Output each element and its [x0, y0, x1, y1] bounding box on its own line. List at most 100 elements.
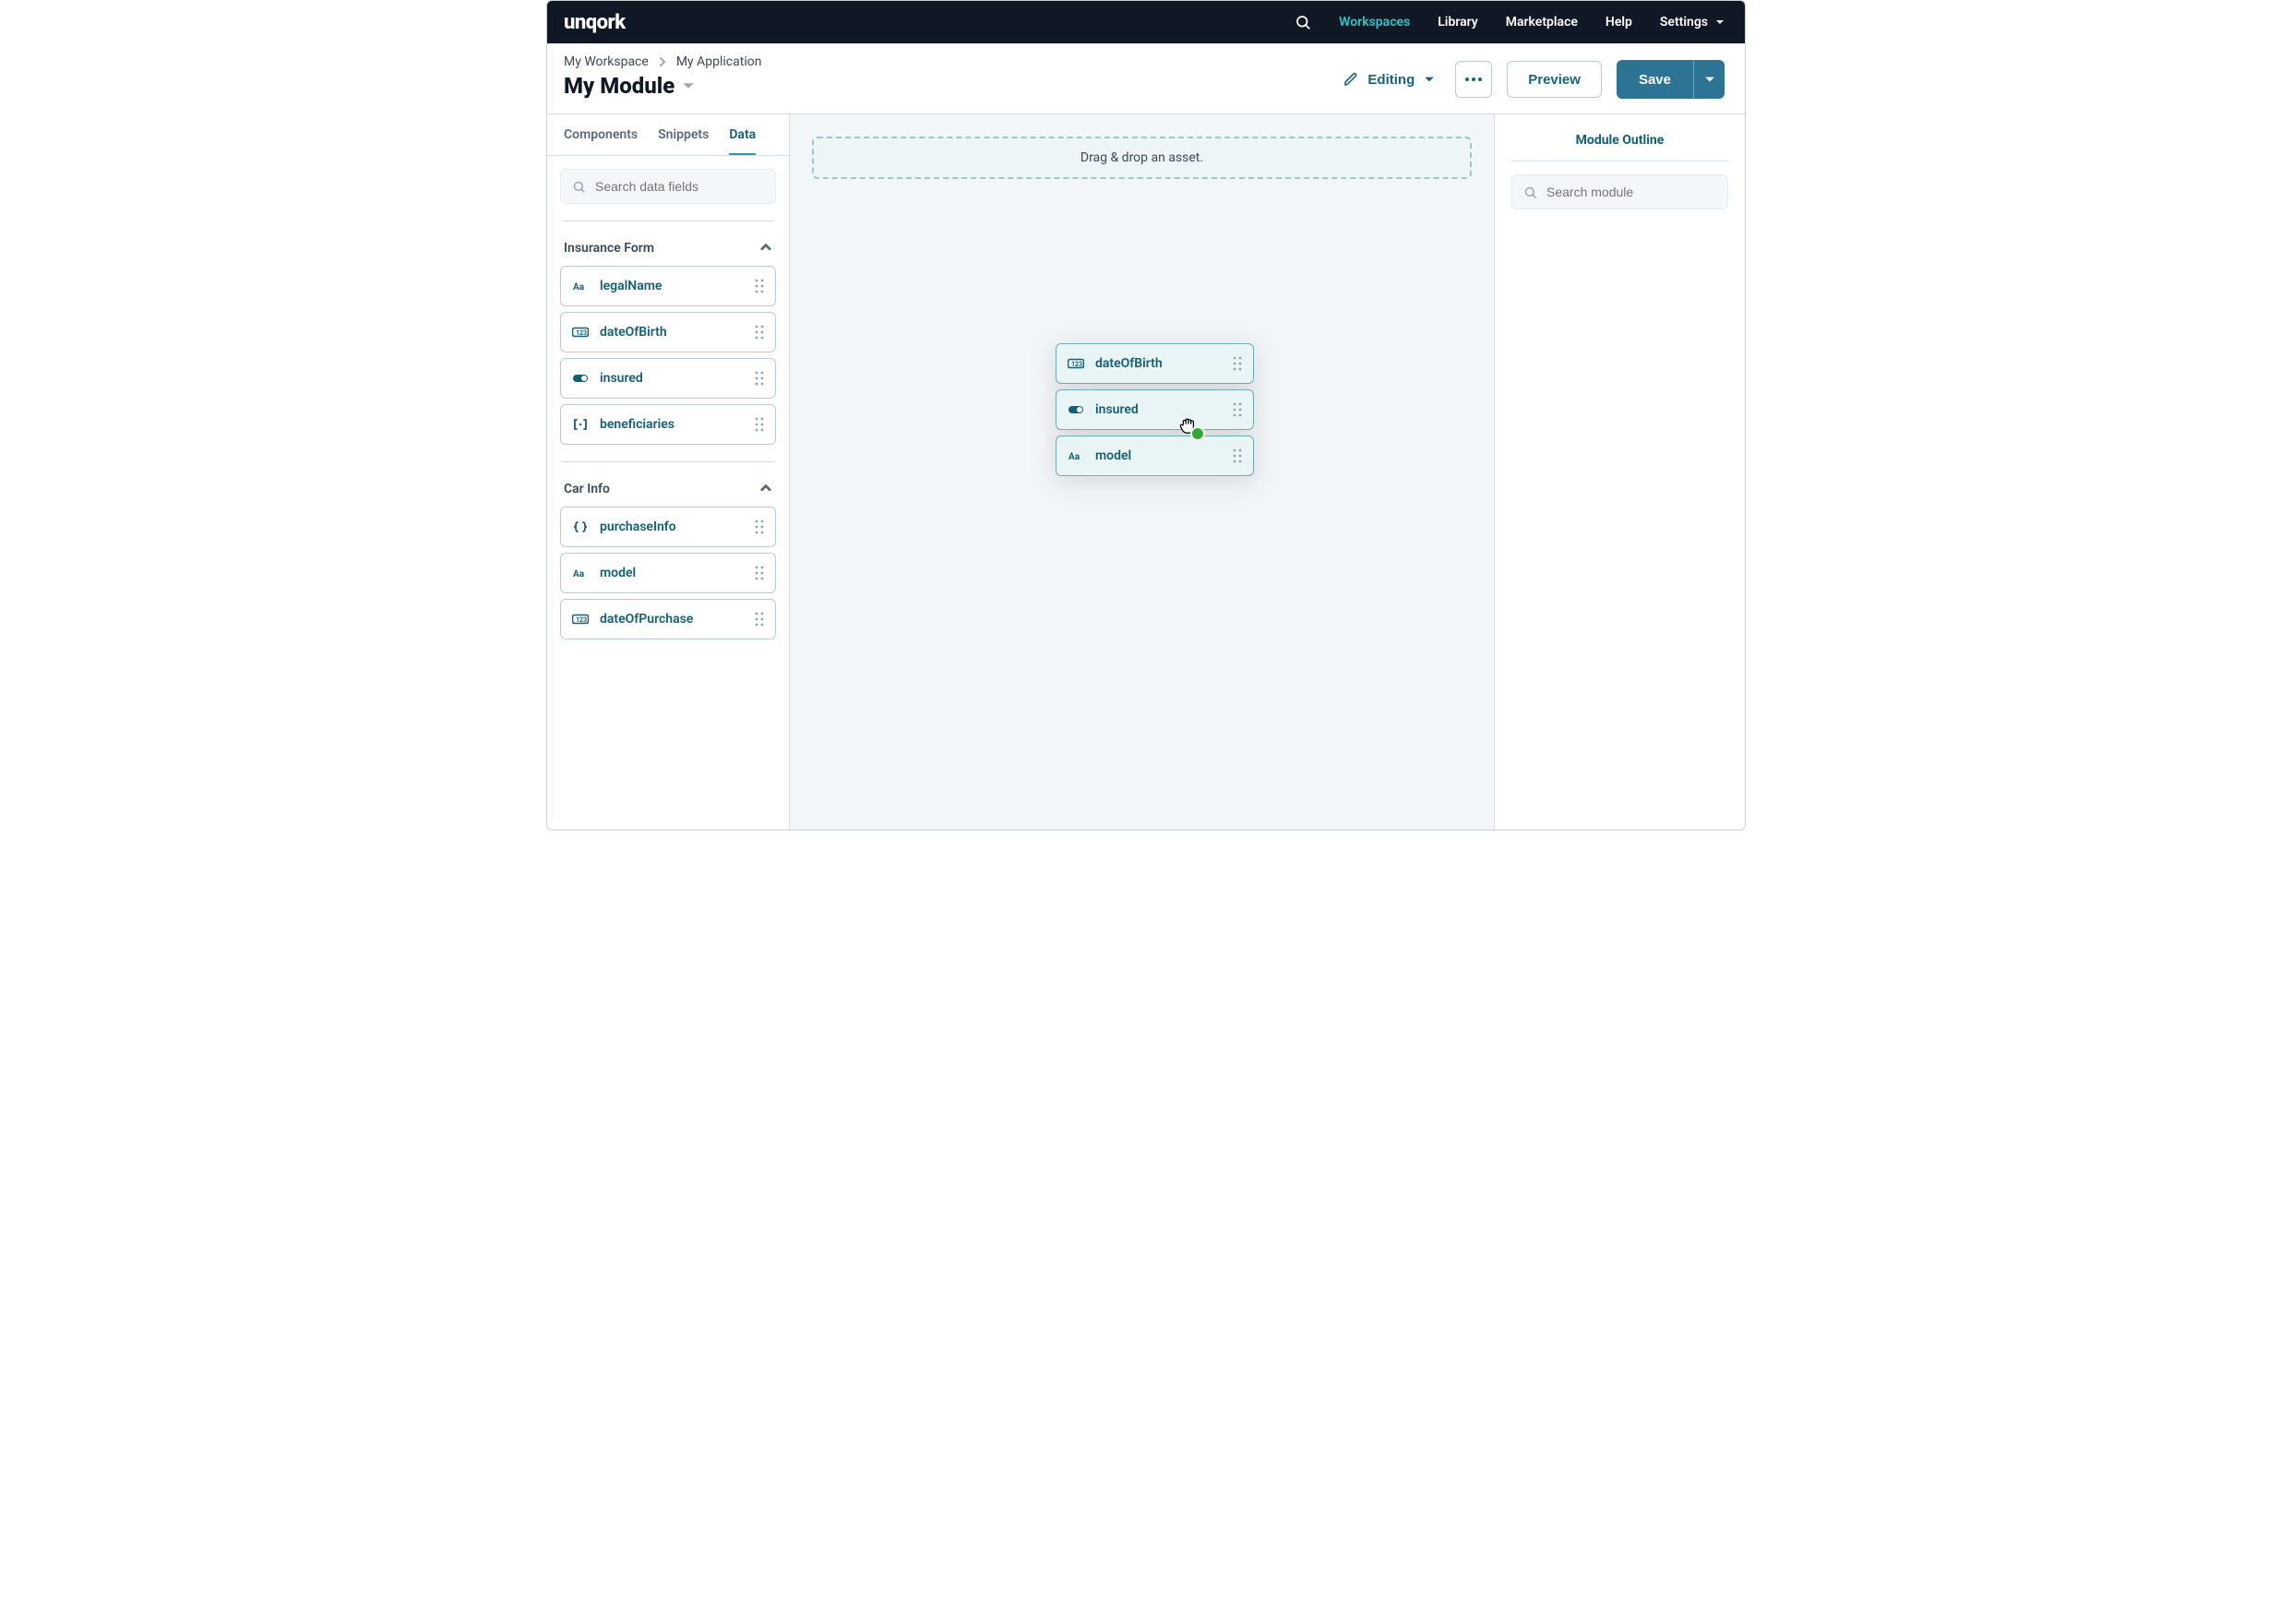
outline-title: Module Outline — [1511, 129, 1728, 161]
field-type-icon: 123 — [1068, 358, 1084, 369]
field-type-icon — [572, 419, 589, 430]
right-panel: Module Outline — [1494, 114, 1745, 830]
data-field[interactable]: insured — [560, 358, 776, 399]
svg-text:Aa: Aa — [573, 569, 585, 579]
dropzone-text: Drag & drop an asset. — [1080, 150, 1203, 165]
caret-down-icon — [1424, 74, 1435, 85]
caret-down-icon — [1715, 18, 1725, 27]
drag-handle-icon[interactable] — [755, 279, 764, 293]
data-field[interactable]: Aa model — [560, 553, 776, 593]
nav-settings[interactable]: Settings — [1660, 15, 1725, 30]
data-field[interactable]: 123 dateOfPurchase — [560, 599, 776, 639]
field-label: legalName — [600, 279, 744, 293]
group-title: Insurance Form — [564, 241, 654, 256]
drag-handle-icon[interactable] — [755, 417, 764, 432]
nav-help[interactable]: Help — [1606, 15, 1632, 30]
field-label: purchaseInfo — [600, 519, 744, 534]
body: Components Snippets Data Insurance Form A… — [547, 114, 1745, 830]
left-panel-scroll: Insurance Form Aa legalName 123 dateOfBirth i… — [547, 156, 789, 658]
chevron-up-icon — [759, 481, 772, 497]
crumb-workspace[interactable]: My Workspace — [564, 54, 649, 69]
outline-search-input[interactable] — [1545, 184, 1716, 200]
tab-snippets-label: Snippets — [658, 127, 709, 142]
left-panel: Components Snippets Data Insurance Form A… — [547, 114, 790, 830]
outline-search[interactable] — [1511, 174, 1728, 209]
nav-marketplace[interactable]: Marketplace — [1506, 15, 1578, 30]
field-label: model — [1095, 448, 1222, 463]
group-header[interactable]: Insurance Form — [560, 238, 776, 266]
field-type-icon — [572, 521, 589, 532]
subheader: My Workspace My Application My Module Ed… — [547, 43, 1745, 114]
data-field[interactable]: Aa legalName — [560, 266, 776, 306]
tab-snippets[interactable]: Snippets — [658, 127, 709, 155]
drag-handle-icon — [1233, 402, 1242, 417]
editing-label: Editing — [1367, 72, 1415, 88]
tab-data-label: Data — [729, 127, 756, 142]
field-label: insured — [1095, 402, 1222, 417]
data-field[interactable]: purchaseInfo — [560, 507, 776, 547]
canvas[interactable]: Drag & drop an asset. 123dateOfBirth insu… — [790, 114, 1494, 830]
data-field[interactable]: beneficiaries — [560, 404, 776, 445]
preview-label: Preview — [1528, 72, 1581, 88]
svg-text:123: 123 — [576, 616, 587, 624]
save-button-group: Save — [1617, 60, 1725, 99]
drag-handle-icon[interactable] — [755, 612, 764, 627]
field-label: dateOfPurchase — [600, 612, 744, 627]
more-actions-button[interactable] — [1455, 61, 1492, 98]
drag-preview-item: insured — [1056, 389, 1254, 430]
chevron-up-icon — [759, 240, 772, 257]
caret-down-icon — [1704, 74, 1715, 85]
chevron-right-icon — [658, 57, 667, 66]
drag-handle-icon — [1233, 448, 1242, 463]
nav-marketplace-label: Marketplace — [1506, 15, 1578, 30]
field-type-icon: 123 — [572, 327, 589, 338]
data-search[interactable] — [560, 169, 776, 204]
nav-help-label: Help — [1606, 15, 1632, 30]
app-frame: unqork Workspaces Library Marketplace He… — [546, 0, 1746, 830]
field-type-icon: Aa — [1068, 450, 1084, 461]
nav-workspaces-label: Workspaces — [1339, 15, 1410, 30]
group-title: Car Info — [564, 482, 610, 496]
editing-mode-button[interactable]: Editing — [1338, 65, 1440, 95]
divider — [562, 461, 774, 462]
nav-library-label: Library — [1438, 15, 1478, 30]
title-caret-icon[interactable] — [682, 79, 695, 92]
crumb-application[interactable]: My Application — [676, 54, 762, 69]
drag-handle-icon[interactable] — [755, 519, 764, 534]
data-field[interactable]: 123 dateOfBirth — [560, 312, 776, 352]
field-label: beneficiaries — [600, 417, 744, 432]
nav-library[interactable]: Library — [1438, 15, 1478, 30]
svg-text:Aa: Aa — [573, 282, 585, 292]
svg-text:123: 123 — [1071, 361, 1082, 368]
search-icon — [1523, 185, 1537, 199]
page-title: My Module — [564, 73, 674, 99]
pencil-icon — [1343, 72, 1358, 87]
group-header[interactable]: Car Info — [560, 479, 776, 507]
preview-button[interactable]: Preview — [1507, 61, 1602, 98]
tab-components[interactable]: Components — [564, 127, 638, 155]
tab-data[interactable]: Data — [729, 127, 756, 155]
dropzone[interactable]: Drag & drop an asset. — [812, 137, 1472, 179]
save-dropdown-button[interactable] — [1693, 60, 1725, 99]
nav-workspaces[interactable]: Workspaces — [1339, 15, 1410, 30]
svg-text:123: 123 — [576, 329, 587, 337]
ellipsis-icon — [1464, 77, 1483, 82]
drag-handle-icon[interactable] — [755, 325, 764, 340]
global-search-button[interactable] — [1295, 14, 1311, 30]
search-icon — [572, 180, 586, 194]
field-label: dateOfBirth — [600, 325, 744, 340]
field-type-icon: Aa — [572, 281, 589, 292]
svg-text:Aa: Aa — [1068, 452, 1080, 461]
data-search-input[interactable] — [593, 178, 764, 195]
field-type-icon: Aa — [572, 567, 589, 579]
brand-text: unqork — [564, 11, 626, 34]
save-button[interactable]: Save — [1617, 60, 1693, 99]
brand-logo[interactable]: unqork — [564, 11, 626, 34]
nav-settings-label: Settings — [1660, 15, 1708, 30]
drag-handle-icon[interactable] — [755, 371, 764, 386]
field-type-icon — [572, 373, 589, 384]
tab-components-label: Components — [564, 127, 638, 142]
drag-preview-item: 123dateOfBirth — [1056, 343, 1254, 384]
field-label: model — [600, 566, 744, 580]
drag-handle-icon[interactable] — [755, 566, 764, 580]
